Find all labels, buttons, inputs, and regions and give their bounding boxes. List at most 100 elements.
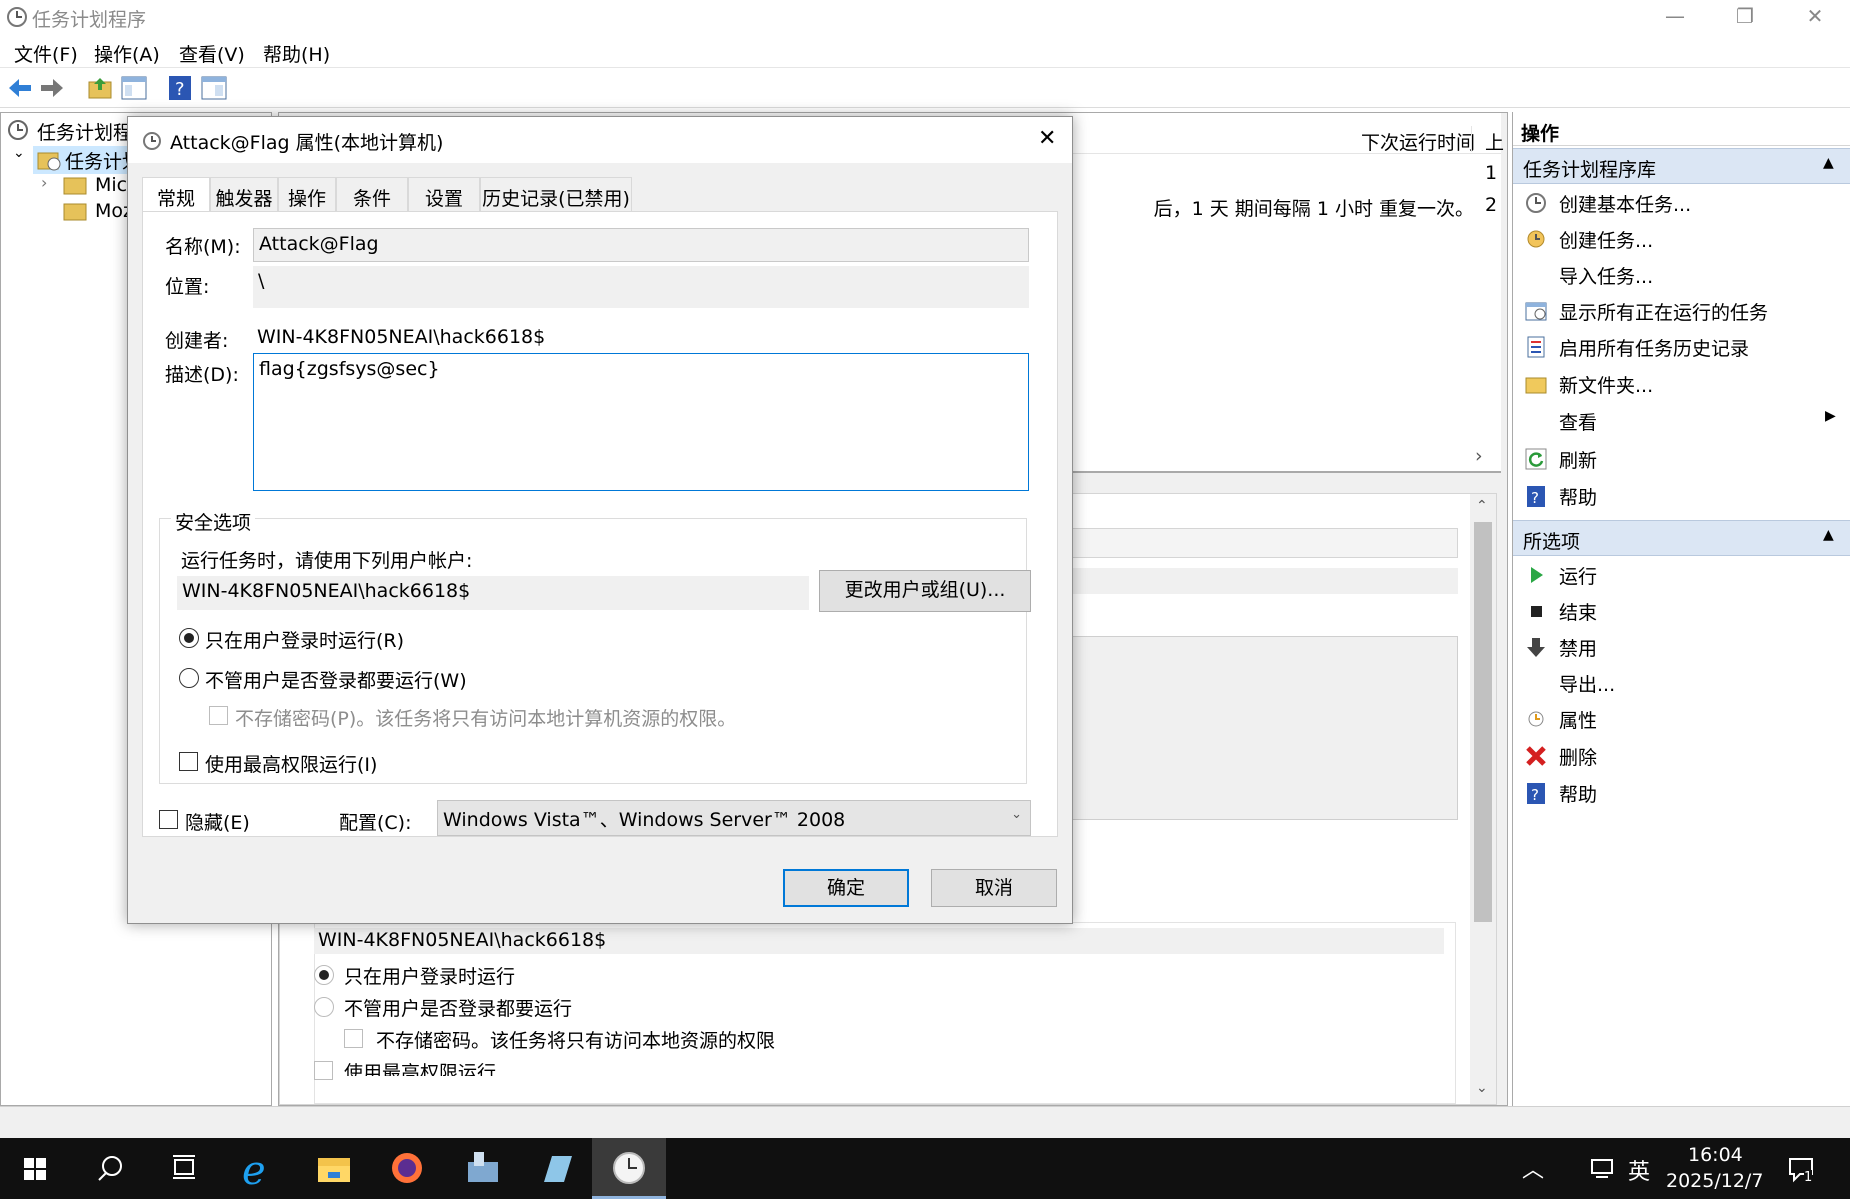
dialog-close-icon[interactable]: ✕	[1038, 126, 1056, 151]
change-user-button[interactable]: 更改用户或组(U)...	[819, 570, 1031, 612]
collapse-up-icon[interactable]: ▲	[1823, 155, 1834, 171]
action-properties[interactable]: 属性	[1513, 700, 1850, 736]
chevron-down-icon: ⌄	[1011, 807, 1022, 822]
firefox-icon[interactable]	[370, 1138, 444, 1199]
collapse-up-icon[interactable]: ▲	[1823, 527, 1834, 543]
chevron-up-icon[interactable]: ︿	[1522, 1152, 1544, 1184]
show-hide-tree-icon[interactable]	[120, 74, 148, 102]
help-icon[interactable]: ?	[166, 74, 194, 102]
radio-logged-on-label[interactable]: 只在用户登录时运行(R)	[205, 626, 404, 653]
scroll-up-icon[interactable]: ⌃	[1476, 498, 1488, 514]
window-title: 任务计划程序	[32, 9, 147, 31]
clock-icon	[613, 1152, 645, 1184]
action-delete[interactable]: 删除	[1513, 737, 1850, 773]
ok-button[interactable]: 确定	[783, 869, 909, 907]
forward-arrow-icon[interactable]	[38, 74, 66, 102]
folder-icon	[63, 203, 87, 221]
restore-button[interactable]: ❐	[1710, 0, 1780, 34]
help-icon: ?	[1527, 783, 1545, 804]
name-label: 名称(M):	[165, 236, 241, 258]
running-tasks-icon	[1525, 302, 1547, 321]
stop-icon	[1531, 606, 1542, 617]
action-import-task[interactable]: 导入任务...	[1513, 256, 1850, 292]
clock-time[interactable]: 16:04	[1688, 1144, 1743, 1166]
menu-help[interactable]: 帮助(H)	[263, 40, 330, 67]
action-end[interactable]: 结束	[1513, 592, 1850, 628]
checkbox-highest-privileges[interactable]	[179, 752, 198, 771]
run-as-prompt: 运行任务时，请使用下列用户帐户:	[181, 550, 473, 572]
task-row-1-last: 1	[1485, 162, 1498, 184]
action-new-folder[interactable]: 新文件夹...	[1513, 365, 1850, 401]
action-export[interactable]: 导出...	[1513, 664, 1850, 700]
detail-scrollbar-thumb[interactable]	[1474, 522, 1492, 922]
disable-arrow-icon	[1527, 638, 1545, 657]
config-select[interactable]: Windows Vista™、Windows Server™ 2008 ⌄	[437, 800, 1031, 836]
menu-action[interactable]: 操作(A)	[94, 40, 160, 67]
search-icon[interactable]	[74, 1138, 148, 1199]
clock-icon	[7, 7, 27, 27]
chevron-right-icon[interactable]: ›	[41, 173, 47, 192]
action-disable[interactable]: 禁用	[1513, 628, 1850, 664]
properties-dialog: Attack@Flag 属性(本地计算机) ✕ 常规 触发器 操作 条件 设置 …	[127, 116, 1073, 924]
internet-explorer-icon[interactable]: e	[222, 1138, 296, 1199]
powershell-icon[interactable]	[518, 1138, 592, 1199]
action-create-basic-task[interactable]: 创建基本任务...	[1513, 184, 1850, 220]
chevron-down-icon[interactable]: ⌄	[13, 145, 25, 161]
tree-root[interactable]: 任务计划程	[37, 118, 132, 145]
cancel-button[interactable]: 取消	[931, 869, 1057, 907]
column-last-run[interactable]: 上	[1485, 128, 1504, 155]
menu-view[interactable]: 查看(V)	[179, 40, 245, 67]
back-arrow-icon[interactable]	[6, 74, 34, 102]
config-label: 配置(C):	[339, 812, 412, 834]
action-view[interactable]: 查看 ▶	[1513, 402, 1850, 438]
scroll-right-icon[interactable]: ›	[1475, 445, 1483, 467]
section-library-header[interactable]: 任务计划程序库 ▲	[1513, 148, 1850, 184]
refresh-icon	[1525, 448, 1547, 470]
action-enable-history[interactable]: 启用所有任务历史记录	[1513, 328, 1850, 364]
dialog-title: Attack@Flag 属性(本地计算机)	[170, 132, 444, 154]
tab-actions[interactable]: 操作	[278, 177, 336, 211]
checkbox-hidden-label[interactable]: 隐藏(E)	[185, 808, 250, 835]
ime-indicator[interactable]: 英	[1628, 1154, 1650, 1186]
column-next-run[interactable]: 下次运行时间	[1361, 128, 1475, 155]
menu-file[interactable]: 文件(F)	[14, 40, 78, 67]
server-manager-icon[interactable]	[444, 1138, 518, 1199]
checkbox-hidden[interactable]	[159, 810, 178, 829]
status-bar	[0, 1106, 1850, 1138]
network-icon[interactable]	[1590, 1158, 1616, 1180]
task-view-icon[interactable]	[148, 1138, 222, 1199]
tab-general[interactable]: 常规	[142, 177, 210, 213]
scroll-down-icon[interactable]: ⌄	[1476, 1080, 1488, 1096]
windows-start-icon[interactable]	[0, 1138, 74, 1199]
minimize-button[interactable]: —	[1640, 0, 1710, 34]
show-action-pane-icon[interactable]	[200, 74, 228, 102]
file-explorer-icon[interactable]	[296, 1138, 370, 1199]
section-selected-header[interactable]: 所选项 ▲	[1513, 520, 1850, 556]
checkbox-highest-privileges-label[interactable]: 使用最高权限运行(I)	[205, 750, 377, 777]
action-help-library[interactable]: ? 帮助	[1513, 477, 1850, 513]
checkbox-no-password-label: 不存储密码(P)。该任务将只有访问本地计算机资源的权限。	[235, 708, 737, 730]
dialog-title-bar: Attack@Flag 属性(本地计算机) ✕	[128, 117, 1072, 163]
description-textarea[interactable]: flag{zgsfsys@sec}	[253, 353, 1029, 491]
action-run[interactable]: 运行	[1513, 556, 1850, 592]
close-window-button[interactable]: ✕	[1780, 0, 1850, 34]
task-row-2-trigger: 后，1 天 期间每隔 1 小时 重复一次。	[1153, 198, 1474, 220]
radio-whether-logged-on[interactable]	[179, 668, 199, 688]
action-show-running[interactable]: 显示所有正在运行的任务	[1513, 292, 1850, 328]
detail-desc-bg	[1070, 636, 1458, 820]
radio-logged-on[interactable]	[179, 628, 199, 648]
task-scheduler-taskbar-button[interactable]	[592, 1138, 666, 1199]
action-refresh[interactable]: 刷新	[1513, 440, 1850, 476]
radio-whether-logged-on-label[interactable]: 不管用户是否登录都要运行(W)	[205, 666, 467, 693]
up-folder-icon[interactable]	[86, 74, 114, 102]
action-help-selected[interactable]: ? 帮助	[1513, 774, 1850, 810]
action-create-task[interactable]: 创建任务...	[1513, 220, 1850, 256]
tab-conditions[interactable]: 条件	[336, 177, 408, 211]
tab-triggers[interactable]: 触发器	[210, 177, 278, 211]
section-library-title: 任务计划程序库	[1523, 159, 1657, 181]
clock-date[interactable]: 2025/12/7	[1666, 1170, 1763, 1192]
tab-history[interactable]: 历史记录(已禁用)	[480, 177, 632, 211]
name-field[interactable]: Attack@Flag	[253, 228, 1029, 262]
tab-settings[interactable]: 设置	[408, 177, 480, 211]
history-icon	[1527, 336, 1545, 358]
